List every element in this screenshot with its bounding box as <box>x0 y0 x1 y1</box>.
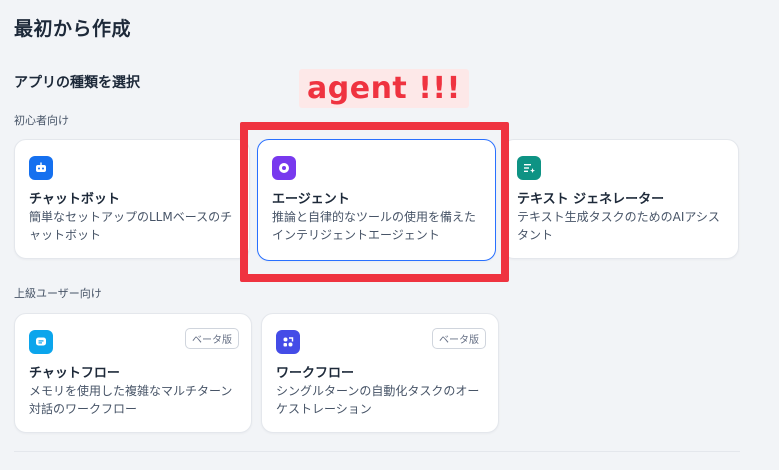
annotation-highlight-box <box>240 122 509 282</box>
chatflow-icon <box>29 330 53 354</box>
card-title: チャットボット <box>29 192 120 207</box>
card-description: テキスト生成タスクのためのAIアシスタント <box>517 210 720 242</box>
beta-badge: ベータ版 <box>185 328 239 349</box>
app-type-card-chatbot[interactable]: チャットボット 簡単なセットアップのLLMベースのチャットボット <box>14 139 250 259</box>
workflow-icon <box>276 330 300 354</box>
card-title: チャットフロー <box>29 366 120 381</box>
card-title: テキスト ジェネレーター <box>517 192 665 207</box>
card-description: シングルターンの自動化タスクのオーケストレーション <box>276 384 480 416</box>
app-type-card-text-generator[interactable]: テキスト ジェネレーター テキスト生成タスクのためのAIアシスタント <box>502 139 739 259</box>
card-description: 簡単なセットアップのLLMベースのチャットボット <box>29 210 233 242</box>
card-description: メモリを使用した複雑なマルチターン対話のワークフロー <box>29 384 233 416</box>
beta-badge: ベータ版 <box>432 328 486 349</box>
annotation-label: agent !!! <box>299 69 469 108</box>
app-type-card-chatflow[interactable]: ベータ版 チャットフロー メモリを使用した複雑なマルチターン対話のワークフロー <box>14 313 252 433</box>
chatbot-icon <box>29 156 53 180</box>
section-title: アプリの種類を選択 <box>14 75 140 91</box>
app-type-card-workflow[interactable]: ベータ版 ワークフロー シングルターンの自動化タスクのオーケストレーション <box>261 313 499 433</box>
card-title: ワークフロー <box>276 366 355 381</box>
page-title: 最初から作成 <box>14 18 132 40</box>
divider <box>14 451 740 452</box>
group-label-advanced: 上級ユーザー向け <box>14 287 102 300</box>
group-label-beginner: 初心者向け <box>14 114 69 127</box>
text-generator-icon <box>517 156 541 180</box>
